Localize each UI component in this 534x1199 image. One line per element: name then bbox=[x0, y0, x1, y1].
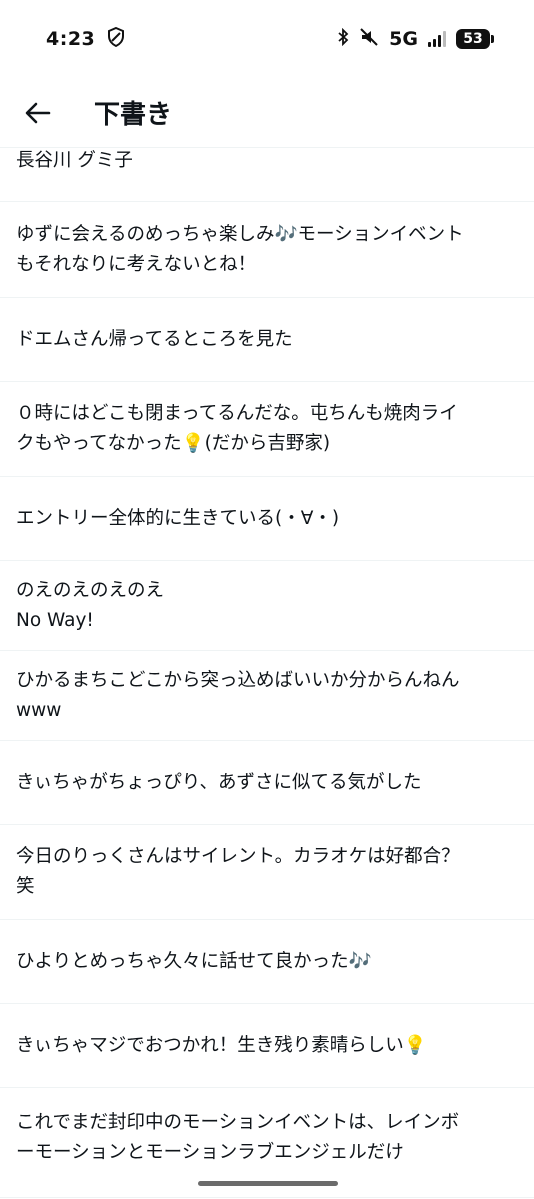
draft-item[interactable]: きぃちゃマジでおつかれ！生き残り素晴らしい💡 bbox=[0, 1004, 534, 1088]
home-indicator[interactable] bbox=[198, 1181, 338, 1186]
draft-text: きぃちゃマジでおつかれ！生き残り素晴らしい💡 bbox=[16, 1034, 427, 1056]
signal-icon bbox=[428, 31, 446, 47]
page-title: 下書き bbox=[94, 100, 173, 130]
draft-item[interactable]: きぃちゃがちょっぴり、あずさに似てる気がした bbox=[0, 741, 534, 825]
arrow-left-icon bbox=[25, 102, 51, 123]
draft-item[interactable]: のえのえのえのえ No Way! bbox=[0, 561, 534, 651]
draft-item[interactable]: ひよりとめっちゃ久々に話せて良かった🎶 bbox=[0, 920, 534, 1004]
draft-text: ゆずに会えるのめっちゃ楽しみ🎶モーションイベント もそれなりに考えないとね！ bbox=[16, 223, 464, 275]
draft-item[interactable]: 長谷川 グミ子 bbox=[0, 148, 534, 202]
battery-level: 53 bbox=[463, 31, 483, 47]
draft-list: 長谷川 グミ子 ゆずに会えるのめっちゃ楽しみ🎶モーションイベント もそれなりに考… bbox=[0, 148, 534, 1198]
status-right: 5G 53 bbox=[337, 27, 494, 51]
bluetooth-icon bbox=[337, 27, 349, 50]
status-time: 4:23 bbox=[46, 28, 96, 50]
draft-text: ドエムさん帰ってるところを見た bbox=[16, 328, 293, 350]
draft-text: 今日のりっくさんはサイレント。カラオケは好都合？ 笑 bbox=[16, 846, 460, 897]
draft-item[interactable]: ドエムさん帰ってるところを見た bbox=[0, 298, 534, 382]
screen: 4:23 5G 53 下書き 長谷川 グミ子 ゆずに会えるのめっちゃ楽しみ🎶モー… bbox=[0, 0, 534, 1199]
header: 下書き bbox=[0, 78, 534, 148]
draft-item[interactable]: ゆずに会えるのめっちゃ楽しみ🎶モーションイベント もそれなりに考えないとね！ bbox=[0, 202, 534, 298]
draft-text: ひかるまちこどこから突っ込めばいいか分からんねん www bbox=[16, 669, 460, 721]
shield-icon bbox=[107, 26, 125, 51]
draft-text: エントリー全体的に生きている(・∀・) bbox=[16, 507, 340, 529]
draft-text: ひよりとめっちゃ久々に話せて良かった🎶 bbox=[16, 950, 372, 972]
draft-text: ０時にはどこも閉まってるんだな。屯ちんも焼肉ライ クもやってなかった💡(だから吉… bbox=[16, 403, 458, 454]
back-button[interactable] bbox=[20, 95, 56, 131]
draft-text: これでまだ封印中のモーションイベントは、レインボ ーモーションとモーションラブエ… bbox=[16, 1112, 460, 1163]
mute-icon bbox=[359, 27, 379, 51]
draft-item[interactable]: ひかるまちこどこから突っ込めばいいか分からんねん www bbox=[0, 651, 534, 741]
draft-text: 長谷川 グミ子 bbox=[16, 150, 133, 171]
battery-icon: 53 bbox=[456, 29, 494, 49]
draft-item[interactable]: 今日のりっくさんはサイレント。カラオケは好都合？ 笑 bbox=[0, 825, 534, 920]
draft-item[interactable]: エントリー全体的に生きている(・∀・) bbox=[0, 477, 534, 561]
status-bar: 4:23 5G 53 bbox=[0, 0, 534, 78]
network-type: 5G bbox=[389, 28, 418, 50]
draft-text: きぃちゃがちょっぴり、あずさに似てる気がした bbox=[16, 771, 422, 793]
draft-item[interactable]: ０時にはどこも閉まってるんだな。屯ちんも焼肉ライ クもやってなかった💡(だから吉… bbox=[0, 382, 534, 477]
status-left: 4:23 bbox=[46, 26, 125, 51]
draft-text: のえのえのえのえ No Way! bbox=[16, 579, 165, 631]
